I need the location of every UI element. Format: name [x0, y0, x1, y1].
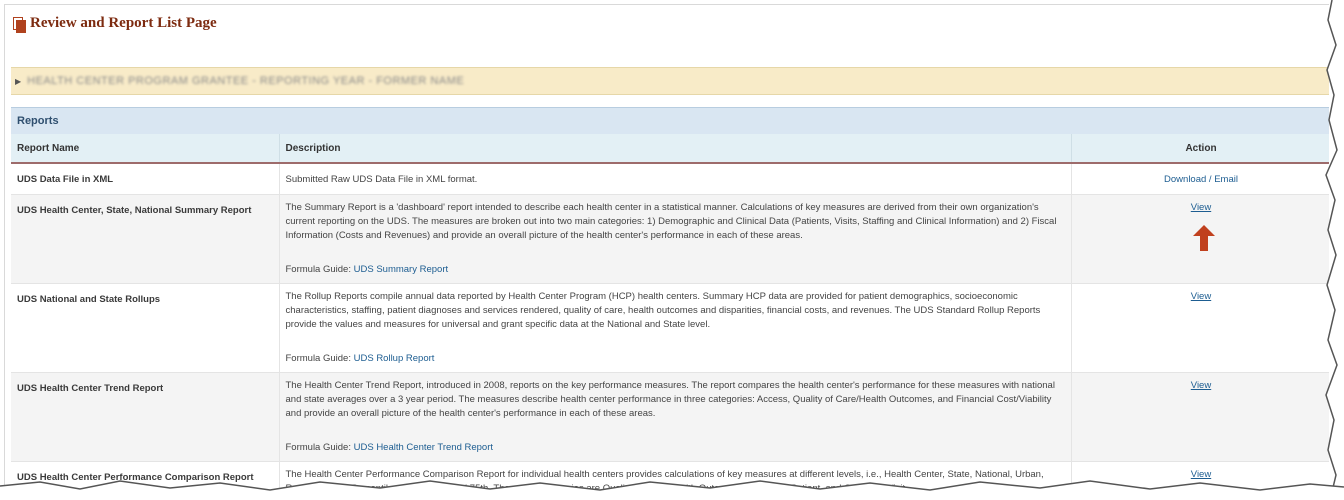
banner-text: HEALTH CENTER PROGRAM GRANTEE - REPORTIN…: [27, 75, 465, 87]
table-header-row: Report Name Description Action: [11, 134, 1329, 164]
table-row: UDS Health Center Performance Comparison…: [11, 461, 1329, 493]
formula-guide-label: Formula Guide:: [285, 352, 351, 364]
action-cell: Download / Email: [1071, 163, 1329, 195]
report-name: UDS Data File in XML: [11, 163, 280, 195]
formula-guide-link[interactable]: UDS Health Center Trend Report: [354, 442, 493, 453]
description-text: The Rollup Reports compile annual data r…: [285, 290, 1041, 330]
formula-guide: Formula Guide: UDS Summary Report: [286, 263, 1065, 277]
description-text: The Summary Report is a 'dashboard' repo…: [285, 201, 1057, 241]
page-header: Review and Report List Page: [13, 15, 217, 33]
table-row: UDS National and State Rollups The Rollu…: [11, 283, 1329, 373]
report-description: The Summary Report is a 'dashboard' repo…: [279, 194, 1072, 284]
page-title: Review and Report List Page: [30, 15, 217, 31]
report-name: UDS Health Center Performance Comparison…: [11, 461, 280, 493]
view-link[interactable]: View: [1191, 291, 1211, 302]
report-name: UDS Health Center Trend Report: [11, 372, 280, 462]
description-text: The Health Center Performance Comparison…: [285, 468, 1044, 494]
view-link[interactable]: View: [1191, 380, 1211, 391]
table-row: UDS Health Center, State, National Summa…: [11, 194, 1329, 284]
column-header-description: Description: [279, 134, 1072, 164]
report-description: Submitted Raw UDS Data File in XML forma…: [279, 163, 1072, 195]
table-row: UDS Data File in XML Submitted Raw UDS D…: [11, 163, 1329, 195]
reports-section-title: Reports: [11, 107, 1329, 134]
report-name: UDS Health Center, State, National Summa…: [11, 194, 280, 284]
formula-guide: Formula Guide: UDS Rollup Report: [286, 352, 1065, 366]
formula-guide-link[interactable]: UDS Rollup Report: [354, 353, 435, 364]
up-arrow-icon: [1193, 225, 1215, 251]
action-cell: View: [1071, 461, 1329, 493]
description-text: Submitted Raw UDS Data File in XML forma…: [285, 174, 478, 185]
column-header-report-name: Report Name: [11, 134, 280, 164]
view-link[interactable]: View: [1191, 202, 1211, 213]
report-name: UDS National and State Rollups: [11, 283, 280, 373]
action-cell: View: [1071, 283, 1329, 373]
column-header-action: Action: [1071, 134, 1329, 164]
download-email-link[interactable]: Download / Email: [1164, 174, 1238, 185]
report-description: The Health Center Trend Report, introduc…: [279, 372, 1072, 462]
reports-section: Reports Report Name Description Action U…: [11, 107, 1329, 493]
expand-caret-icon[interactable]: ▶: [15, 77, 21, 86]
formula-guide: Formula Guide: UDS Health Center Trend R…: [286, 441, 1065, 455]
formula-guide-label: Formula Guide:: [285, 441, 351, 453]
report-description: The Rollup Reports compile annual data r…: [279, 283, 1072, 373]
view-link[interactable]: View: [1191, 469, 1211, 480]
grantee-banner[interactable]: ▶ HEALTH CENTER PROGRAM GRANTEE - REPORT…: [11, 67, 1329, 95]
table-row: UDS Health Center Trend Report The Healt…: [11, 372, 1329, 462]
formula-guide-link[interactable]: UDS Summary Report: [354, 264, 449, 275]
description-text: The Health Center Trend Report, introduc…: [285, 379, 1055, 419]
document-icon: [13, 16, 26, 33]
formula-guide-label: Formula Guide:: [285, 263, 351, 275]
page-frame: Review and Report List Page ▶ HEALTH CEN…: [4, 4, 1329, 493]
report-description: The Health Center Performance Comparison…: [279, 461, 1072, 494]
reports-table: Report Name Description Action UDS Data …: [11, 134, 1329, 493]
action-cell: View: [1071, 372, 1329, 462]
